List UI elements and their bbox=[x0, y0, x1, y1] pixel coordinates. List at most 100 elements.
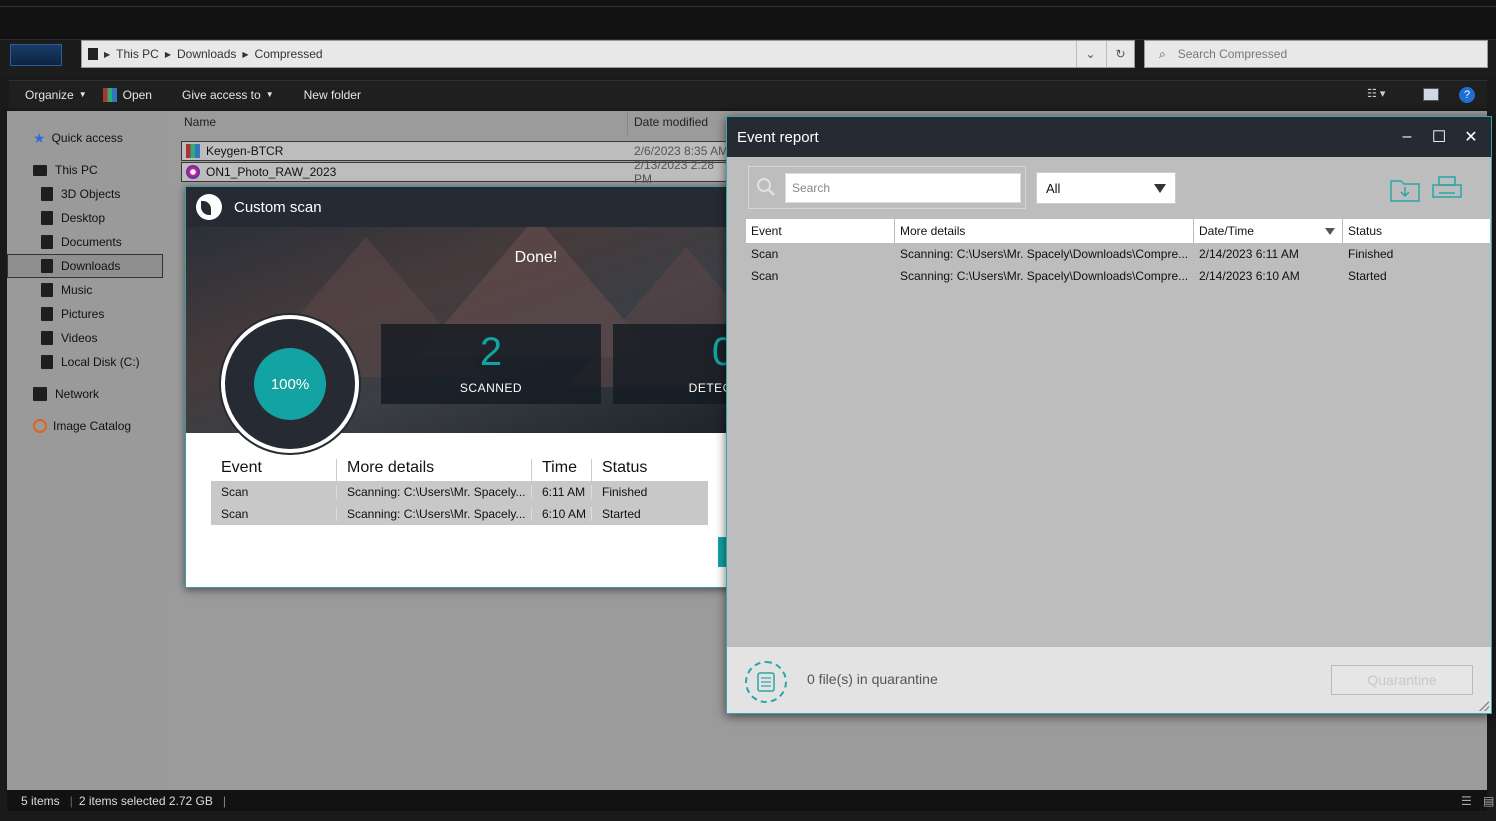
header-status[interactable]: Status bbox=[1343, 219, 1491, 243]
nav-local-disk[interactable]: Local Disk (C:) bbox=[7, 351, 167, 373]
header-event[interactable]: Event bbox=[211, 459, 336, 481]
caret-down-icon: ▼ bbox=[265, 90, 274, 99]
give-access-label: Give access to bbox=[181, 87, 261, 102]
organize-label: Organize bbox=[25, 87, 74, 102]
table-row[interactable]: Scan Scanning: C:\Users\Mr. Spacely\Down… bbox=[746, 265, 1491, 287]
close-icon[interactable]: ✕ bbox=[1459, 125, 1483, 149]
nav-documents[interactable]: Documents bbox=[7, 231, 167, 253]
scan-titlebar: Custom scan bbox=[186, 187, 746, 227]
star-icon: ★ bbox=[33, 129, 46, 146]
table-row[interactable]: Scan Scanning: C:\Users\Mr. Spacely\Down… bbox=[746, 243, 1491, 265]
status-item-count: 5 items bbox=[21, 793, 60, 808]
nav-quick-access[interactable]: ★ Quick access bbox=[7, 127, 167, 149]
report-title: Event report bbox=[737, 128, 819, 146]
organize-button[interactable]: Organize ▼ bbox=[25, 88, 87, 102]
navigation-pane: ★ Quick access This PC 3D Objects Desktop… bbox=[7, 111, 167, 790]
scanned-label: SCANNED bbox=[459, 381, 523, 395]
file-name: ON1_Photo_RAW_2023 bbox=[206, 165, 337, 179]
nav-label: Desktop bbox=[61, 211, 106, 225]
table-header: Event More details Time Status bbox=[211, 455, 708, 481]
nav-label: Network bbox=[55, 387, 100, 401]
view-options-icon[interactable]: ☷ ▾ bbox=[1367, 87, 1399, 103]
header-details[interactable]: More details bbox=[336, 459, 531, 481]
scan-done-label: Done! bbox=[514, 249, 558, 266]
nav-network[interactable]: Network bbox=[7, 383, 167, 405]
preview-pane-icon[interactable] bbox=[1423, 88, 1439, 101]
status-selection: 2 items selected 2.72 GB bbox=[78, 793, 213, 808]
minimize-icon[interactable]: – bbox=[1395, 125, 1419, 149]
on1-app-icon bbox=[186, 165, 200, 179]
breadcrumb-this-pc[interactable]: This PC bbox=[116, 47, 159, 61]
tiles-view-icon[interactable]: ▤ bbox=[1483, 794, 1494, 808]
cell-status: Started bbox=[1348, 269, 1387, 283]
file-date: 2/6/2023 8:35 AM bbox=[634, 144, 729, 158]
avira-logo-icon bbox=[196, 194, 222, 220]
nav-downloads[interactable]: Downloads bbox=[7, 254, 163, 278]
scanned-stat: 2 SCANNED bbox=[381, 324, 601, 404]
pc-icon bbox=[88, 48, 98, 60]
nav-label: Local Disk (C:) bbox=[61, 355, 140, 369]
winrar-icon bbox=[102, 87, 117, 102]
column-name[interactable]: Name bbox=[184, 115, 216, 129]
status-bar: 5 items | 2 items selected 2.72 GB | ☰ ▤ bbox=[7, 790, 1494, 811]
search-placeholder: Search Compressed bbox=[1177, 47, 1288, 61]
cell-status: Started bbox=[591, 507, 708, 521]
nav-this-pc[interactable]: This PC bbox=[7, 159, 167, 181]
chevron-down-icon[interactable]: ⌄ bbox=[1076, 41, 1104, 67]
report-search-group: Search bbox=[748, 166, 1026, 209]
print-icon[interactable] bbox=[1431, 175, 1463, 203]
table-row[interactable]: Scan Scanning: C:\Users\Mr. Spacely... 6… bbox=[211, 503, 708, 525]
header-event[interactable]: Event bbox=[746, 219, 895, 243]
event-report-window: Event report – ☐ ✕ Search All Event More… bbox=[726, 116, 1492, 714]
caret-down-icon: ▼ bbox=[78, 90, 87, 99]
breadcrumb-downloads[interactable]: Downloads bbox=[177, 47, 236, 61]
cell-details: Scanning: C:\Users\Mr. Spacely... bbox=[336, 507, 531, 521]
nav-3d-objects[interactable]: 3D Objects bbox=[7, 183, 167, 205]
progress-ring: 100% bbox=[221, 315, 359, 453]
nav-history-icon[interactable] bbox=[10, 44, 62, 66]
maximize-icon[interactable]: ☐ bbox=[1427, 125, 1451, 149]
nav-label: Documents bbox=[61, 235, 122, 249]
nav-music[interactable]: Music bbox=[7, 279, 167, 301]
column-divider bbox=[627, 111, 628, 135]
header-datetime[interactable]: Date/Time bbox=[1194, 219, 1343, 243]
give-access-button[interactable]: Give access to ▼ bbox=[182, 88, 274, 102]
nav-pictures[interactable]: Pictures bbox=[7, 303, 167, 325]
header-time[interactable]: Time bbox=[531, 459, 591, 481]
nav-label: 3D Objects bbox=[61, 187, 121, 201]
open-button[interactable]: Open bbox=[102, 87, 152, 102]
nav-label: Videos bbox=[61, 331, 98, 345]
status-separator: | bbox=[222, 793, 227, 808]
export-folder-icon[interactable] bbox=[1389, 175, 1421, 203]
help-icon[interactable]: ? bbox=[1459, 87, 1475, 103]
header-details[interactable]: More details bbox=[895, 219, 1194, 243]
refresh-icon[interactable]: ↻ bbox=[1106, 41, 1134, 67]
window-controls[interactable] bbox=[1346, 0, 1496, 18]
breadcrumb-sep: ▶ bbox=[242, 49, 249, 59]
report-search-input[interactable]: Search bbox=[785, 173, 1021, 203]
header-status[interactable]: Status bbox=[591, 459, 708, 481]
cell-status: Finished bbox=[1348, 247, 1394, 261]
command-bar: Organize ▼ Open Give access to ▼ New folde… bbox=[9, 80, 1487, 108]
folder-icon bbox=[41, 235, 53, 249]
file-row[interactable]: ON1_Photo_RAW_2023 2/13/2023 2:28 PM bbox=[181, 158, 736, 186]
progress-value: 100% bbox=[254, 348, 326, 420]
details-view-icon[interactable]: ☰ bbox=[1461, 794, 1472, 808]
folder-icon bbox=[41, 331, 53, 345]
resize-grip-icon[interactable] bbox=[1479, 701, 1489, 711]
file-name: Keygen-BTCR bbox=[206, 144, 284, 158]
quarantine-button[interactable]: Quarantine bbox=[1331, 665, 1473, 695]
new-folder-button[interactable]: New folder bbox=[304, 88, 361, 102]
cell-datetime: 2/14/2023 6:11 AM bbox=[1199, 247, 1299, 261]
breadcrumb-compressed[interactable]: Compressed bbox=[255, 47, 323, 61]
nav-image-catalog[interactable]: Image Catalog bbox=[7, 415, 167, 437]
search-icon: ⌕ bbox=[1159, 46, 1166, 61]
report-filter-select[interactable]: All bbox=[1036, 172, 1176, 204]
column-date-modified[interactable]: Date modified bbox=[634, 115, 708, 129]
table-row[interactable]: Scan Scanning: C:\Users\Mr. Spacely... 6… bbox=[211, 481, 708, 503]
winrar-icon bbox=[186, 144, 200, 158]
nav-desktop[interactable]: Desktop bbox=[7, 207, 167, 229]
address-bar[interactable]: ▶ This PC ▶ Downloads ▶ Compressed ⌄ ↻ bbox=[81, 40, 1135, 68]
search-input[interactable]: ⌕ Search Compressed bbox=[1144, 40, 1488, 68]
nav-videos[interactable]: Videos bbox=[7, 327, 167, 349]
